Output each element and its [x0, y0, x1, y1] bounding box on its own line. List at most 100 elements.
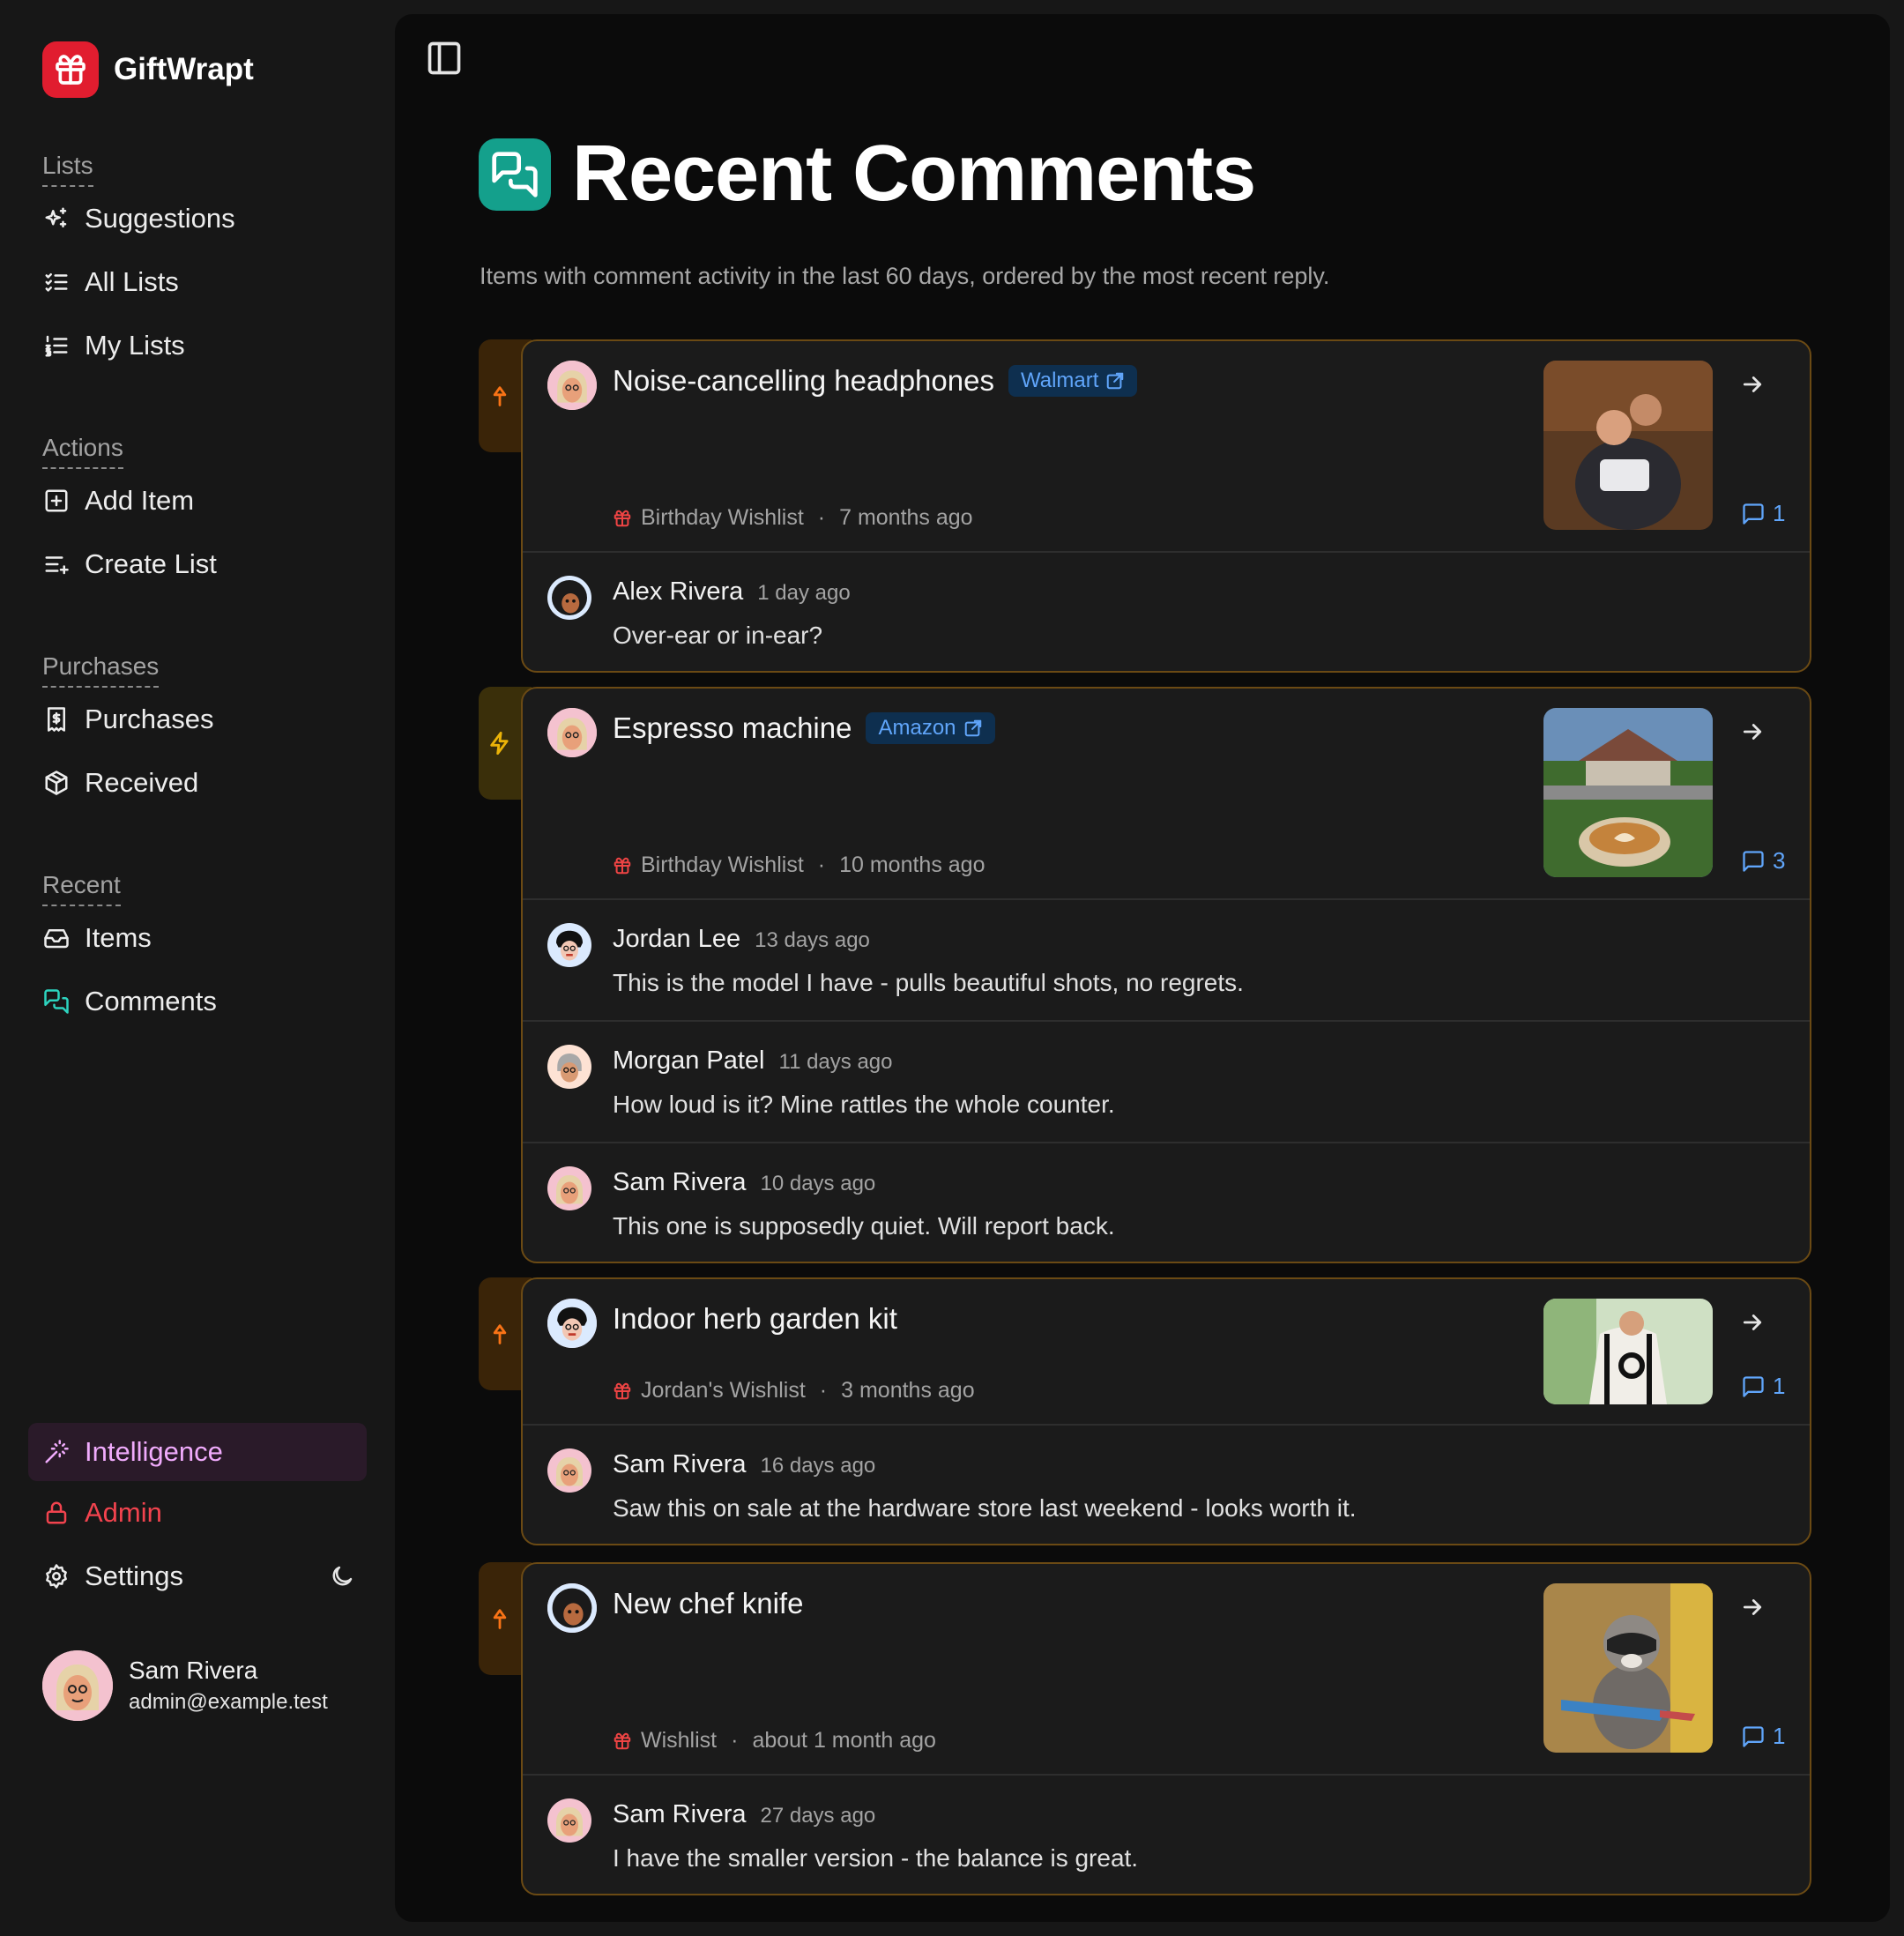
sidebar-item-my-lists[interactable]: My Lists — [42, 314, 368, 377]
comment-text: This one is supposedly quiet. Will repor… — [613, 1212, 1115, 1240]
arrow-right-icon — [1743, 1599, 1762, 1615]
comment-author: Sam Rivera — [613, 1800, 747, 1828]
item-card-body: New chef knife Wishlist · about 1 month … — [521, 1562, 1811, 1895]
sidebar-item-suggestions[interactable]: Suggestions — [42, 187, 368, 250]
comment-time: 27 days ago — [760, 1804, 876, 1828]
comment-author: Sam Rivera — [613, 1450, 747, 1478]
message-square-icon — [1743, 1375, 1764, 1397]
avatar — [547, 1166, 591, 1210]
list-plus-icon — [42, 550, 71, 578]
sidebar-item-settings[interactable]: Settings — [28, 1545, 367, 1608]
group-title: Purchases — [42, 652, 160, 688]
avatar — [547, 576, 591, 620]
receipt-icon — [42, 705, 71, 733]
avatar — [547, 1448, 591, 1493]
sidebar-item-comments[interactable]: Comments — [42, 970, 368, 1033]
comment-time: 11 days ago — [778, 1050, 893, 1074]
sidebar-bottom-nav: Intelligence Admin Settings — [28, 1423, 367, 1608]
item-meta: Birthday Wishlist · 7 months ago — [613, 505, 973, 531]
user-profile[interactable]: Sam Rivera admin@example.test — [42, 1650, 328, 1721]
item-row[interactable]: Noise-cancelling headphones Walmart Birt… — [523, 341, 1810, 553]
sidebar-item-create-list[interactable]: Create List — [42, 532, 368, 596]
sidebar-toggle-button[interactable] — [425, 39, 464, 78]
comment-text: Over-ear or in-ear? — [613, 622, 823, 649]
item-age: 7 months ago — [839, 505, 973, 530]
comment-count[interactable]: 3 — [1741, 847, 1785, 875]
sidebar-item-label: Create List — [85, 548, 217, 579]
comment: Jordan Lee 13 days ago This is the model… — [523, 900, 1810, 1022]
list-ordered-icon — [42, 331, 71, 360]
messages-icon — [479, 138, 551, 211]
external-link-icon — [1107, 372, 1124, 390]
gift-icon — [614, 1732, 631, 1749]
user-name: Sam Rivera — [129, 1657, 258, 1684]
item-name[interactable]: New chef knife — [613, 1587, 803, 1620]
gift-logo-icon — [42, 41, 99, 98]
item-image[interactable] — [1543, 1299, 1713, 1404]
comment-count-value: 1 — [1773, 1723, 1786, 1749]
item-card-body: Noise-cancelling headphones Walmart Birt… — [521, 339, 1811, 673]
open-item-button[interactable] — [1739, 1309, 1766, 1336]
comment-count[interactable]: 1 — [1741, 1373, 1785, 1400]
avatar — [547, 1583, 597, 1633]
comment: Sam Rivera 10 days ago This one is suppo… — [523, 1143, 1810, 1262]
list-name[interactable]: Birthday Wishlist — [641, 853, 804, 878]
avatar — [547, 708, 597, 757]
store-name: Walmart — [1020, 369, 1099, 392]
avatar — [547, 1299, 597, 1348]
store-link[interactable]: Amazon — [866, 712, 995, 744]
store-link[interactable]: Walmart — [1008, 365, 1138, 397]
gift-icon — [614, 510, 631, 526]
avatar — [547, 361, 597, 410]
page-header: Recent Comments — [479, 129, 1256, 220]
comment-count-value: 1 — [1773, 500, 1786, 526]
arrow-up-icon — [493, 1609, 507, 1629]
open-item-button[interactable] — [1739, 1594, 1766, 1620]
item-name[interactable]: Espresso machine — [613, 711, 852, 745]
comment: Alex Rivera 1 day ago Over-ear or in-ear… — [523, 553, 1810, 671]
arrow-right-icon — [1743, 724, 1762, 740]
sidebar-item-admin[interactable]: Admin — [28, 1481, 367, 1545]
list-name[interactable]: Birthday Wishlist — [641, 505, 804, 531]
sidebar-item-all-lists[interactable]: All Lists — [42, 250, 368, 314]
item-image[interactable] — [1543, 708, 1713, 877]
comment-text: How loud is it? Mine rattles the whole c… — [613, 1091, 1115, 1118]
comment-count-value: 3 — [1773, 847, 1786, 874]
open-item-button[interactable] — [1739, 719, 1766, 745]
list-name[interactable]: Wishlist — [641, 1728, 717, 1754]
main-content: Recent Comments Items with comment activ… — [395, 14, 1890, 1922]
sidebar-item-purchases[interactable]: Purchases — [42, 688, 368, 751]
item-image[interactable] — [1543, 1583, 1713, 1753]
sidebar-item-add-item[interactable]: Add Item — [42, 469, 368, 532]
comment: Sam Rivera 16 days ago Saw this on sale … — [523, 1426, 1810, 1544]
comment-text: Saw this on sale at the hardware store l… — [613, 1494, 1357, 1522]
item-row[interactable]: Indoor herb garden kit Jordan's Wishlist… — [523, 1279, 1810, 1426]
sidebar-item-items[interactable]: Items — [42, 906, 368, 970]
avatar — [547, 923, 591, 967]
brand[interactable]: GiftWrapt — [42, 41, 254, 98]
item-row[interactable]: Espresso machine Amazon Birthday Wishlis… — [523, 689, 1810, 900]
moon-icon[interactable] — [328, 1562, 356, 1590]
list-name[interactable]: Jordan's Wishlist — [641, 1378, 806, 1404]
sidebar-item-received[interactable]: Received — [42, 751, 368, 815]
item-name[interactable]: Indoor herb garden kit — [613, 1302, 897, 1336]
avatar — [547, 1045, 591, 1089]
sidebar: GiftWrapt Lists Suggestions All Lists My… — [0, 0, 395, 1936]
comment-text: I have the smaller version - the balance… — [613, 1844, 1139, 1872]
comment-count[interactable]: 1 — [1741, 1723, 1785, 1750]
sidebar-item-label: Received — [85, 767, 199, 798]
item-meta: Jordan's Wishlist · 3 months ago — [613, 1378, 975, 1404]
group-title: Actions — [42, 434, 123, 469]
open-item-button[interactable] — [1739, 371, 1766, 398]
item-row[interactable]: New chef knife Wishlist · about 1 month … — [523, 1564, 1810, 1776]
arrow-right-icon — [1743, 1314, 1762, 1330]
item-image[interactable] — [1543, 361, 1713, 530]
arrow-up-icon — [493, 386, 507, 406]
panel-left-icon — [428, 41, 461, 75]
comment-count-value: 1 — [1773, 1373, 1786, 1399]
comment-count[interactable]: 1 — [1741, 500, 1785, 527]
sidebar-item-intelligence[interactable]: Intelligence — [28, 1423, 367, 1481]
arrow-right-icon — [1743, 376, 1762, 392]
lock-icon — [42, 1499, 71, 1527]
item-name[interactable]: Noise-cancelling headphones — [613, 364, 994, 398]
